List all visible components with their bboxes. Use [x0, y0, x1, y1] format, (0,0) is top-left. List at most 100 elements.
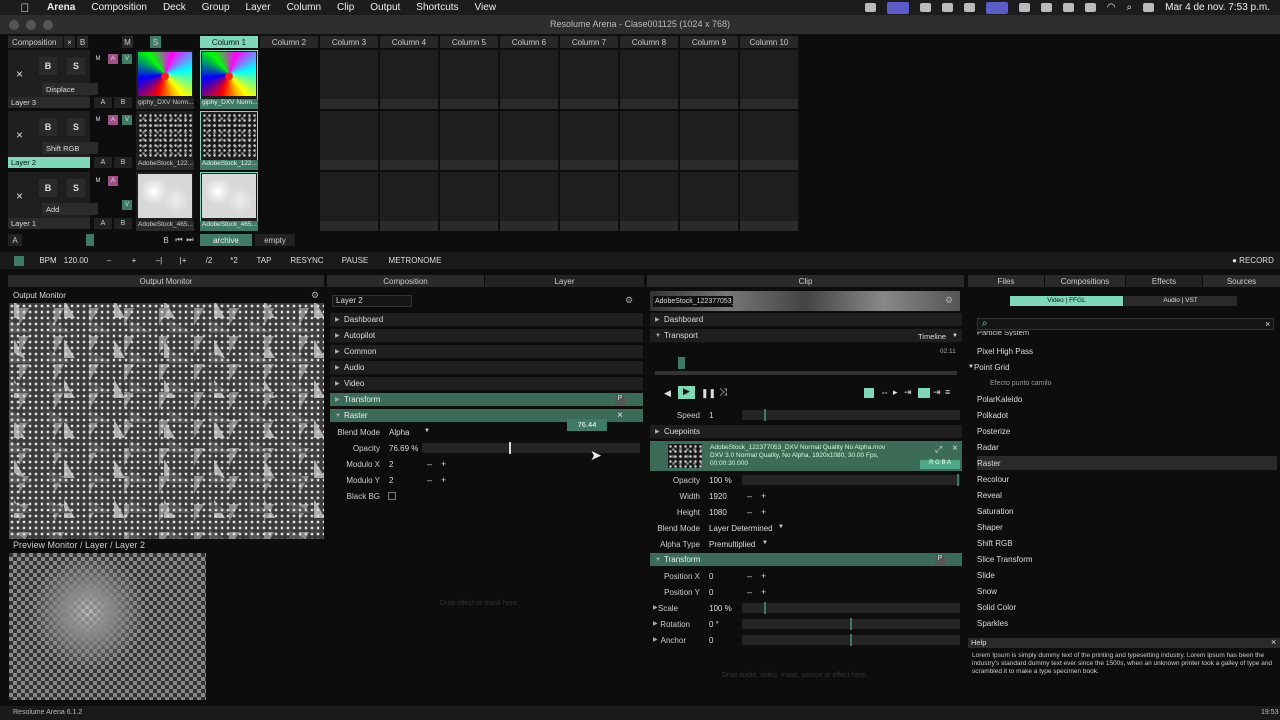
effect-item[interactable]: Saturation [977, 504, 1013, 518]
minus-button[interactable]: – [747, 587, 752, 597]
menu-view[interactable]: View [475, 2, 497, 13]
scale-value[interactable]: 100 % [709, 604, 732, 613]
layer-bypass-button[interactable]: B [39, 179, 57, 197]
empty-clip-slot[interactable] [440, 172, 499, 231]
layer-m-flag[interactable]: M [93, 115, 103, 125]
opacity-slider[interactable] [422, 443, 640, 453]
plus-button[interactable]: + [761, 587, 766, 597]
layer-3-name[interactable]: Layer 3 [8, 97, 90, 108]
crossfader-b[interactable]: B [114, 218, 132, 229]
effect-item[interactable]: Snow [977, 584, 997, 598]
position-x-value[interactable]: 0 [709, 572, 713, 581]
empty-clip-slot[interactable] [500, 111, 559, 170]
dropdown-arrow-icon[interactable]: ▼ [778, 524, 784, 530]
section-dashboard[interactable]: ▶ Dashboard [650, 313, 962, 327]
empty-clip-slot[interactable] [500, 50, 559, 109]
crossfader-handle[interactable] [86, 234, 94, 246]
empty-clip-slot[interactable] [440, 50, 499, 109]
empty-clip-slot[interactable] [380, 172, 439, 231]
column-header-7[interactable]: Column 7 [560, 36, 619, 48]
status-icon[interactable] [1062, 3, 1074, 12]
playhead[interactable] [678, 357, 685, 369]
black-bg-checkbox[interactable] [388, 492, 396, 500]
effect-item[interactable]: Shift RGB [977, 536, 1013, 550]
empty-clip-slot[interactable] [560, 172, 619, 231]
effect-item[interactable]: Slice Transform [977, 552, 1033, 566]
loop-mode-icon[interactable] [864, 388, 874, 398]
effect-item[interactable]: Slide [977, 568, 995, 582]
timeline-track[interactable] [655, 371, 957, 375]
tab-sources[interactable]: Sources [1203, 275, 1280, 287]
tab-files[interactable]: Files [968, 275, 1044, 287]
layer-v-flag[interactable]: V [122, 200, 132, 210]
plus-button[interactable]: + [761, 571, 766, 581]
gear-icon[interactable]: ⚙ [311, 290, 319, 301]
status-icon[interactable] [1040, 3, 1052, 12]
play-reverse-icon[interactable]: ◀ [664, 388, 671, 399]
status-icon[interactable] [941, 3, 953, 12]
clip-cell[interactable]: giphy_DXV Norm... [136, 50, 194, 109]
effect-item[interactable]: Pixel High Pass [977, 344, 1033, 358]
tab-layer[interactable]: Layer [485, 275, 644, 287]
empty-clip-slot[interactable] [560, 50, 619, 109]
effect-item[interactable]: ▼ Point Grid [968, 360, 1010, 374]
output-monitor-header[interactable]: Output Monitor [8, 275, 324, 287]
crossfader-a[interactable]: A [94, 218, 112, 229]
crossfader-a[interactable]: A [94, 97, 112, 108]
effect-item[interactable]: Reveal [977, 488, 1002, 502]
composition-header[interactable]: Composition [8, 36, 64, 48]
layer-solo-button[interactable]: S [67, 179, 85, 197]
minus-button[interactable]: – [747, 571, 752, 581]
composition-bypass-button[interactable]: B [77, 36, 89, 48]
status-icon[interactable] [1018, 3, 1030, 12]
crossfader-b-label[interactable]: B [161, 234, 171, 246]
status-icon[interactable] [963, 3, 975, 12]
empty-clip-slot[interactable] [320, 172, 379, 231]
empty-clip-slot[interactable] [740, 111, 799, 170]
layer-2-name[interactable]: Layer 2 [8, 157, 90, 168]
layer-clear-button[interactable]: × [8, 51, 31, 97]
effect-item[interactable]: Shaper [977, 520, 1003, 534]
effects-search-input[interactable] [977, 318, 1274, 330]
play-forward-icon[interactable]: ▶ [678, 386, 695, 399]
bounce-icon[interactable]: ⇔ [880, 387, 889, 397]
control-center-icon[interactable] [1143, 3, 1155, 12]
preset-button[interactable]: P [615, 395, 625, 405]
crossfader-b[interactable]: B [114, 97, 132, 108]
slider-handle[interactable] [764, 409, 766, 421]
layer-a-flag[interactable]: A [108, 176, 118, 186]
empty-clip-slot[interactable] [320, 111, 379, 170]
column-header-6[interactable]: Column 6 [500, 36, 559, 48]
remove-effect-icon[interactable]: × [617, 410, 623, 421]
dropdown-arrow-icon[interactable]: ▼ [424, 428, 430, 434]
pause-icon[interactable]: ❚❚ [701, 388, 716, 399]
menu-deck[interactable]: Deck [163, 2, 186, 13]
clip-cell[interactable]: AdobeStock_465... [136, 172, 194, 231]
wifi-icon[interactable]: ◠ [1107, 2, 1116, 13]
menu-composition[interactable]: Composition [91, 2, 147, 13]
layer-a-flag[interactable]: A [108, 54, 118, 64]
clip-cell[interactable]: AdobeStock_122... [136, 111, 194, 170]
menu-output[interactable]: Output [370, 2, 400, 13]
expand-icon[interactable]: ⤢ [935, 444, 942, 455]
empty-clip-slot[interactable] [620, 172, 679, 231]
layer-m-flag[interactable]: M [93, 176, 103, 186]
modulo-y-value[interactable]: 2 [389, 476, 393, 485]
empty-clip-slot[interactable] [380, 111, 439, 170]
half-button[interactable]: /2 [201, 252, 217, 269]
effect-preset-item[interactable]: Efecto punto camilo [990, 376, 1051, 390]
menu-layer[interactable]: Layer [246, 2, 271, 13]
menu-shortcuts[interactable]: Shortcuts [416, 2, 458, 13]
empty-clip-slot[interactable] [440, 111, 499, 170]
eject-icon[interactable]: ≡ [945, 387, 950, 397]
dropdown-arrow-icon[interactable]: ▼ [952, 333, 958, 339]
section-cuepoints[interactable]: ▶ Cuepoints [650, 425, 962, 439]
search-icon[interactable]: ⌕ [1127, 2, 1133, 13]
double-button[interactable]: *2 [226, 252, 242, 269]
clip-cell-active[interactable]: giphy_DXV Norm... [200, 50, 258, 109]
column-header-8[interactable]: Column 8 [620, 36, 679, 48]
empty-clip-slot[interactable] [740, 172, 799, 231]
tempo-flash-icon[interactable] [14, 255, 24, 266]
empty-clip-slot[interactable] [680, 111, 739, 170]
section-autopilot[interactable]: ▶ Autopilot [330, 329, 643, 343]
